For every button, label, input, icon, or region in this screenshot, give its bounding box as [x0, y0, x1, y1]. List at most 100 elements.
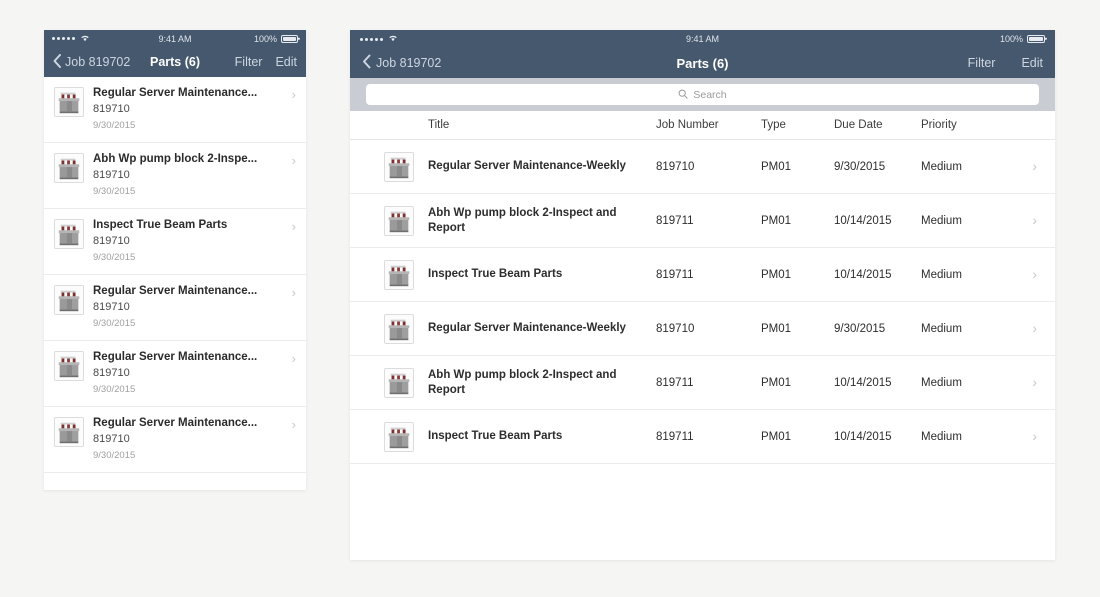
- phone-navigation-bar: Job 819702 Parts (6) Filter Edit: [44, 47, 306, 77]
- list-item-title: Regular Server Maintenance...: [93, 417, 258, 429]
- equipment-thumbnail: [54, 351, 84, 381]
- table-cell-type: PM01: [761, 160, 792, 173]
- table-cell-title: Inspect True Beam Parts: [428, 430, 563, 443]
- list-item-title: Regular Server Maintenance...: [93, 285, 258, 297]
- list-item-body: Regular Server Maintenance... 819710 9/3…: [93, 416, 288, 462]
- table-cell-type: PM01: [761, 268, 792, 281]
- tablet-back-label: Job 819702: [376, 56, 442, 70]
- list-item-due-date: 9/30/2015: [93, 450, 136, 462]
- table-cell-priority: Medium: [921, 268, 962, 281]
- table-cell-due-date: 9/30/2015: [834, 160, 886, 173]
- list-item-due-date: 9/30/2015: [93, 318, 136, 330]
- tablet-nav-actions: Filter Edit: [968, 56, 1043, 70]
- list-item[interactable]: Abh Wp pump block 2-Inspe... 819710 9/30…: [44, 143, 306, 209]
- table-cell-job-number: 819711: [656, 376, 694, 389]
- phone-clock: 9:41 AM: [158, 33, 192, 44]
- table-row[interactable]: Abh Wp pump block 2-Inspect and Report 8…: [350, 356, 1055, 410]
- search-bar-container: Search: [350, 78, 1055, 111]
- list-item[interactable]: Inspect True Beam Parts 819710 9/30/2015…: [44, 209, 306, 275]
- table-row[interactable]: Regular Server Maintenance-Weekly 819710…: [350, 140, 1055, 194]
- equipment-thumbnail: [54, 153, 84, 183]
- table-cell-priority: Medium: [921, 160, 962, 173]
- table-cell-disclosure: ›: [1001, 213, 1055, 228]
- equipment-thumbnail: [54, 87, 84, 117]
- table-cell-type: PM01: [761, 376, 792, 389]
- table-cell-disclosure: ›: [1001, 375, 1055, 390]
- column-header-job-number: Job Number: [656, 119, 719, 131]
- equipment-thumbnail: [384, 313, 414, 344]
- list-item-title: Inspect True Beam Parts: [93, 219, 228, 231]
- chevron-left-icon: [53, 53, 61, 71]
- tablet-back-button[interactable]: Job 819702: [362, 54, 441, 72]
- column-header-type: Type: [761, 119, 786, 131]
- table-cell-thumbnail: [350, 259, 428, 290]
- table-cell-title: Abh Wp pump block 2-Inspect and Report: [428, 206, 617, 234]
- equipment-thumbnail: [54, 219, 84, 249]
- list-item-due-date: 9/30/2015: [93, 186, 136, 198]
- chevron-right-icon: ›: [291, 219, 296, 234]
- chevron-right-icon: ›: [1032, 266, 1037, 282]
- list-item-title: Abh Wp pump block 2-Inspe...: [93, 153, 258, 165]
- list-item[interactable]: Regular Server Maintenance... 819710 9/3…: [44, 341, 306, 407]
- table-cell-type: PM01: [761, 430, 792, 443]
- table-cell-title: Abh Wp pump block 2-Inspect and Report: [428, 368, 617, 396]
- chevron-right-icon: ›: [291, 417, 296, 432]
- table-row[interactable]: Inspect True Beam Parts 819711 PM01 10/1…: [350, 248, 1055, 302]
- list-item[interactable]: Regular Server Maintenance... 819710 9/3…: [44, 77, 306, 143]
- phone-edit-button[interactable]: Edit: [275, 55, 297, 69]
- table-cell-due-date: 10/14/2015: [834, 376, 892, 389]
- phone-back-button[interactable]: Job 819702: [53, 53, 130, 71]
- table-cell-thumbnail: [350, 421, 428, 452]
- table-row[interactable]: Abh Wp pump block 2-Inspect and Report 8…: [350, 194, 1055, 248]
- chevron-right-icon: ›: [1032, 212, 1037, 228]
- table-row[interactable]: Inspect True Beam Parts 819711 PM01 10/1…: [350, 410, 1055, 464]
- column-header-title: Title: [428, 118, 450, 131]
- list-item-job-number: 819710: [93, 103, 130, 116]
- tablet-filter-button[interactable]: Filter: [968, 56, 996, 70]
- tablet-page-title: Parts (6): [676, 55, 729, 71]
- chevron-right-icon: ›: [291, 351, 296, 366]
- table-cell-title: Regular Server Maintenance-Weekly: [428, 160, 626, 173]
- list-item-due-date: 9/30/2015: [93, 384, 136, 396]
- equipment-thumbnail: [384, 421, 414, 452]
- list-item-body: Regular Server Maintenance... 819710 9/3…: [93, 350, 288, 396]
- screenshot-canvas: 9:41 AM 100% Job 819702 Parts (6) Filter…: [0, 0, 1100, 597]
- list-item-due-date: 9/30/2015: [93, 252, 136, 264]
- table-cell-job-number: 819710: [656, 322, 695, 335]
- table-cell-job-number: 819711: [656, 214, 694, 227]
- table-cell-priority: Medium: [921, 322, 962, 335]
- parts-table-body: Regular Server Maintenance-Weekly 819710…: [350, 140, 1055, 464]
- chevron-right-icon: ›: [1032, 158, 1037, 174]
- table-cell-type: PM01: [761, 214, 792, 227]
- search-input[interactable]: Search: [366, 84, 1039, 105]
- chevron-right-icon: ›: [1032, 320, 1037, 336]
- table-cell-thumbnail: [350, 151, 428, 182]
- tablet-navigation-bar: Job 819702 Parts (6) Filter Edit: [350, 48, 1055, 78]
- list-item-title: Regular Server Maintenance...: [93, 351, 258, 363]
- list-item[interactable]: Regular Server Maintenance... 819710 9/3…: [44, 275, 306, 341]
- table-row[interactable]: Regular Server Maintenance-Weekly 819710…: [350, 302, 1055, 356]
- phone-status-bar: 9:41 AM 100%: [44, 30, 306, 47]
- equipment-thumbnail: [384, 205, 414, 236]
- list-item-body: Abh Wp pump block 2-Inspe... 819710 9/30…: [93, 152, 288, 198]
- tablet-status-bar: 9:41 AM 100%: [350, 30, 1055, 48]
- equipment-thumbnail: [384, 367, 414, 398]
- battery-full-icon: [1027, 35, 1045, 43]
- table-cell-due-date: 9/30/2015: [834, 322, 886, 335]
- table-cell-disclosure: ›: [1001, 429, 1055, 444]
- chevron-right-icon: ›: [1032, 374, 1037, 390]
- list-item-job-number: 819710: [93, 367, 130, 380]
- search-placeholder: Search: [693, 88, 727, 101]
- list-item[interactable]: Regular Server Maintenance... 819710 9/3…: [44, 407, 306, 473]
- equipment-thumbnail: [384, 259, 414, 290]
- table-cell-thumbnail: [350, 205, 428, 236]
- tablet-clock: 9:41 AM: [685, 34, 720, 44]
- phone-device-panel: 9:41 AM 100% Job 819702 Parts (6) Filter…: [44, 30, 306, 490]
- table-cell-thumbnail: [350, 313, 428, 344]
- table-cell-priority: Medium: [921, 214, 962, 227]
- table-cell-due-date: 10/14/2015: [834, 268, 892, 281]
- tablet-edit-button[interactable]: Edit: [1021, 56, 1043, 70]
- list-item-title: Regular Server Maintenance...: [93, 87, 258, 99]
- table-cell-due-date: 10/14/2015: [834, 430, 892, 443]
- phone-filter-button[interactable]: Filter: [235, 55, 263, 69]
